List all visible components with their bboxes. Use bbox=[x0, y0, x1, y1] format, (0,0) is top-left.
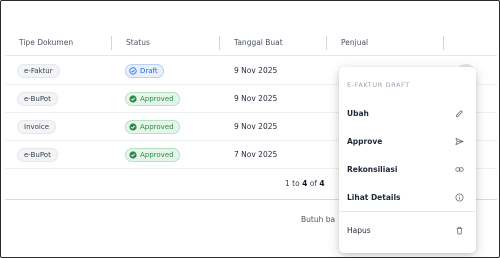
pencil-icon bbox=[455, 109, 463, 117]
status-badge: Approved bbox=[125, 148, 180, 162]
created-date: 7 Nov 2025 bbox=[234, 150, 278, 159]
menu-header: E-FAKTUR DRAFT bbox=[347, 81, 410, 89]
menu-item-ubah[interactable]: Ubah bbox=[339, 102, 476, 124]
column-header-tipe-dokumen[interactable]: Tipe Dokumen bbox=[19, 30, 73, 56]
status-badge-label: Approved bbox=[140, 123, 174, 131]
menu-item-approve[interactable]: Approve bbox=[339, 130, 476, 152]
menu-item-label: Hapus bbox=[347, 225, 371, 235]
check-circle-icon bbox=[129, 151, 137, 159]
column-header-penjual[interactable]: Penjual bbox=[341, 30, 368, 56]
column-header-status[interactable]: Status bbox=[126, 30, 150, 56]
pagination-from: 1 bbox=[285, 179, 290, 188]
column-divider bbox=[326, 36, 327, 50]
pagination-to-word: to bbox=[292, 179, 300, 188]
pagination-to: 4 bbox=[302, 179, 308, 188]
check-circle-icon bbox=[129, 95, 137, 103]
pagination-of-word: of bbox=[309, 179, 317, 188]
status-badge-label: Approved bbox=[140, 95, 174, 103]
menu-item-lihat-details[interactable]: Lihat Details bbox=[339, 186, 476, 208]
created-date: 9 Nov 2025 bbox=[234, 122, 278, 131]
column-header-tanggal-buat[interactable]: Tanggal Buat bbox=[234, 30, 283, 56]
pagination-total: 4 bbox=[319, 179, 325, 188]
menu-item-label: Lihat Details bbox=[347, 192, 401, 202]
document-type-chip: e-BuPot bbox=[17, 92, 58, 106]
help-text: Butuh ba bbox=[301, 215, 336, 224]
document-type-chip: e-BuPot bbox=[17, 148, 58, 162]
column-divider bbox=[443, 36, 444, 50]
pagination-summary: 1 to 4 of 4 bbox=[285, 179, 325, 188]
document-type-chip: Invoice bbox=[17, 120, 57, 134]
column-divider bbox=[111, 36, 112, 50]
link-icon bbox=[455, 166, 464, 172]
status-badge: Draft bbox=[125, 64, 164, 78]
menu-item-hapus[interactable]: Hapus bbox=[339, 219, 476, 241]
menu-item-label: Approve bbox=[347, 136, 383, 146]
menu-item-label: Ubah bbox=[347, 108, 369, 118]
created-date: 9 Nov 2025 bbox=[234, 94, 278, 103]
status-badge-label: Draft bbox=[140, 67, 158, 75]
send-icon bbox=[455, 137, 464, 145]
menu-divider bbox=[339, 211, 476, 212]
status-badge: Approved bbox=[125, 120, 180, 134]
clock-check-icon bbox=[129, 67, 137, 75]
table-header: Tipe Dokumen Status Tanggal Buat Penjual bbox=[5, 30, 497, 56]
column-divider bbox=[219, 36, 220, 50]
row-actions-menu: E-FAKTUR DRAFT Ubah Approve Rekonsiliasi… bbox=[339, 67, 476, 253]
menu-item-rekonsiliasi[interactable]: Rekonsiliasi bbox=[339, 158, 476, 180]
document-type-chip: e-Faktur bbox=[17, 64, 60, 78]
info-icon bbox=[455, 192, 464, 202]
app-window: Tipe Dokumen Status Tanggal Buat Penjual… bbox=[0, 0, 500, 258]
status-badge-label: Approved bbox=[140, 151, 174, 159]
status-badge: Approved bbox=[125, 92, 180, 106]
created-date: 9 Nov 2025 bbox=[234, 66, 278, 75]
trash-icon bbox=[456, 226, 463, 234]
menu-item-label: Rekonsiliasi bbox=[347, 164, 398, 174]
check-circle-icon bbox=[129, 123, 137, 131]
